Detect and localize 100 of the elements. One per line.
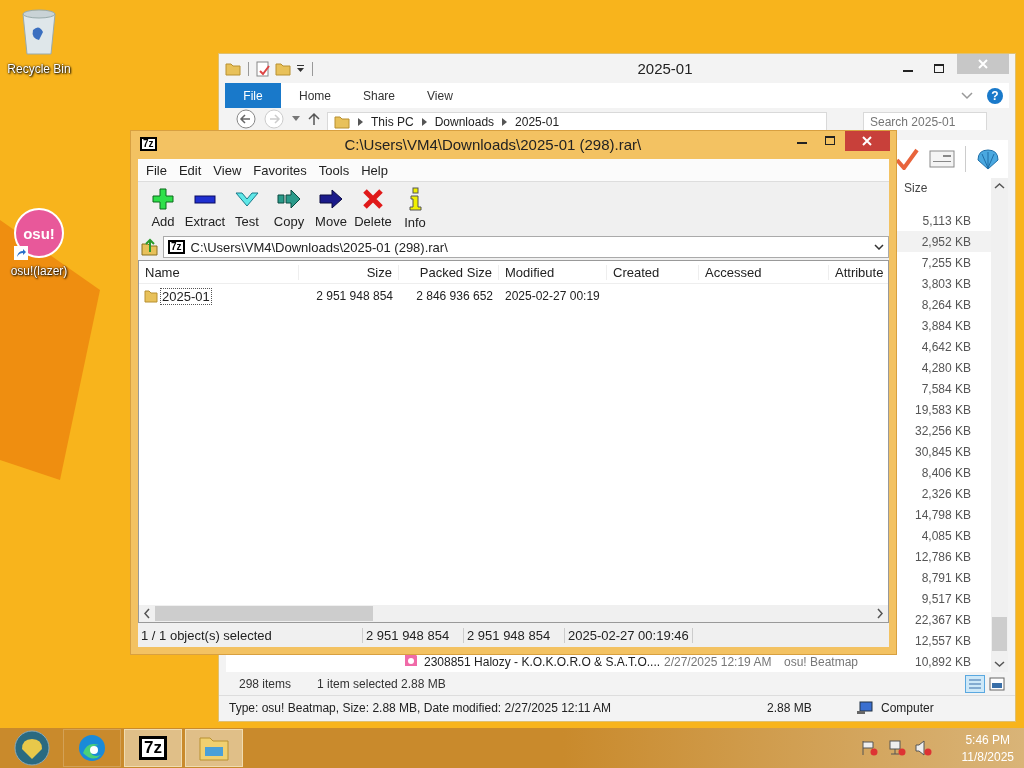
scroll-thumb[interactable] xyxy=(992,617,1007,651)
status-text: 2.88 MB xyxy=(767,700,813,715)
size-cell[interactable]: 8,791 KB xyxy=(897,567,991,588)
app-logo-icon: 7z xyxy=(140,137,157,151)
folder-up-icon[interactable] xyxy=(141,238,159,256)
size-cell[interactable]: 9,517 KB xyxy=(897,588,991,609)
volume-muted-icon[interactable] xyxy=(914,740,933,756)
flag-icon[interactable] xyxy=(860,740,879,756)
size-cell[interactable]: 3,884 KB xyxy=(897,315,991,336)
toolbar-button[interactable]: Move xyxy=(310,185,352,231)
size-cell[interactable]: 12,786 KB xyxy=(897,546,991,567)
table-cell-text: 2 846 936 652 xyxy=(415,289,494,303)
recycle-bin-icon[interactable] xyxy=(19,8,59,56)
start-orb-icon[interactable] xyxy=(14,730,50,766)
column-header[interactable]: Packed Size xyxy=(399,264,499,280)
size-cell[interactable]: 12,557 KB xyxy=(897,630,991,651)
properties-icon[interactable] xyxy=(256,60,270,77)
status-text: Computer xyxy=(881,700,934,715)
column-header[interactable]: Size xyxy=(299,264,399,280)
address-bar[interactable]: This PC Downloads 2025-01 xyxy=(327,112,827,130)
breadcrumb[interactable]: This PC xyxy=(371,114,414,129)
path-field[interactable]: 7z C:\Users\VM4\Downloads\2025-01 (298).rar\ xyxy=(163,236,889,258)
taskbar-button[interactable]: 7z xyxy=(124,729,182,767)
column-header[interactable]: Created xyxy=(607,264,699,280)
taskbar-button[interactable] xyxy=(185,729,243,767)
window-title: C:\Users\VM4\Downloads\2025-01 (298).rar\ xyxy=(343,135,643,153)
scroll-bar[interactable] xyxy=(139,605,888,622)
ribbon-tab[interactable]: View xyxy=(413,88,467,103)
checkmark-icon[interactable] xyxy=(895,148,919,170)
size-cell[interactable]: 5,113 KB xyxy=(897,210,991,231)
size-cell[interactable]: 19,583 KB xyxy=(897,399,991,420)
network-icon[interactable] xyxy=(887,740,906,756)
card-icon[interactable] xyxy=(929,150,955,168)
toolbar-button[interactable]: Copy xyxy=(268,185,310,231)
folder-name[interactable]: 2025-01 xyxy=(160,287,212,305)
menu-item[interactable]: Edit xyxy=(172,162,208,178)
column-header[interactable]: Attribute xyxy=(829,264,888,280)
column-header[interactable]: Modified xyxy=(499,264,607,280)
arrow-right-icon xyxy=(319,187,343,210)
size-cell[interactable]: 8,406 KB xyxy=(897,462,991,483)
shell-icon[interactable] xyxy=(976,148,1000,170)
info-icon xyxy=(408,186,422,211)
help-button[interactable]: ? xyxy=(987,87,1003,104)
size-cell[interactable]: 4,642 KB xyxy=(897,336,991,357)
status-text: 2 951 948 854 xyxy=(363,627,464,643)
size-cell[interactable]: 4,085 KB xyxy=(897,525,991,546)
dropdown-icon[interactable] xyxy=(296,64,305,73)
thumbnail-view-icon[interactable] xyxy=(989,676,1005,691)
toolbar-button[interactable]: Extract xyxy=(184,185,226,231)
status-text: 1 / 1 object(s) selected xyxy=(138,627,363,643)
size-cell[interactable]: 30,845 KB xyxy=(897,441,991,462)
browser-icon xyxy=(77,733,107,763)
size-cell[interactable]: 4,280 KB xyxy=(897,357,991,378)
chevron-icon xyxy=(358,117,363,126)
toolbar-button[interactable]: Info xyxy=(394,184,436,232)
close-button[interactable] xyxy=(845,131,890,151)
menu-item[interactable]: Help xyxy=(355,162,394,178)
scroll-thumb[interactable] xyxy=(155,606,373,621)
back-icon[interactable] xyxy=(235,108,257,130)
size-cell[interactable]: 7,584 KB xyxy=(897,378,991,399)
size-cell[interactable]: 2,326 KB xyxy=(897,483,991,504)
chevron-icon xyxy=(502,117,508,126)
size-cell[interactable]: 2,952 KB xyxy=(897,231,991,252)
breadcrumb[interactable]: Downloads xyxy=(434,114,495,129)
folder-icon[interactable] xyxy=(225,61,241,76)
search-field[interactable]: Search 2025-01 xyxy=(863,112,987,130)
menu-item[interactable]: Favorites xyxy=(247,162,313,178)
size-cell[interactable]: 22,367 KB xyxy=(897,609,991,630)
date-cell-text: 2/27/2025 12:19 AM xyxy=(664,653,773,671)
chevron-down-icon[interactable] xyxy=(961,91,973,100)
size-cell[interactable]: 3,803 KB xyxy=(897,273,991,294)
toolbar-button[interactable]: Add xyxy=(142,185,184,231)
column-header[interactable]: Name xyxy=(139,264,299,280)
column-header[interactable]: Size xyxy=(904,180,964,195)
selection-info: 1 item selected 2.88 MB xyxy=(317,676,446,691)
ribbon-tab[interactable]: Home xyxy=(285,88,345,103)
column-header[interactable]: Accessed xyxy=(699,264,829,280)
menu-item[interactable]: View xyxy=(207,162,248,178)
size-cell[interactable]: 8,264 KB xyxy=(897,294,991,315)
size-cell[interactable]: 14,798 KB xyxy=(897,504,991,525)
up-icon[interactable] xyxy=(307,112,321,126)
chevron-icon xyxy=(421,117,427,126)
file-name: 2308851 Halozy - K.O.K.O.R.O & S.A.T.O.... xyxy=(424,653,662,671)
status-text: Type: osu! Beatmap, Size: 2.88 MB, Date modified: 2/27/2025 12:11 AM xyxy=(229,700,612,715)
file-tab[interactable]: File xyxy=(225,83,281,108)
breadcrumb[interactable]: 2025-01 xyxy=(515,114,560,129)
toolbar-button[interactable]: Delete xyxy=(352,185,394,231)
details-view-icon[interactable] xyxy=(965,674,985,693)
item-count: 298 items xyxy=(239,676,292,691)
menu-item[interactable]: Tools xyxy=(312,162,356,178)
double-arrow-icon xyxy=(277,187,301,210)
ribbon-tab[interactable]: Share xyxy=(349,88,410,103)
size-cell[interactable]: 7,255 KB xyxy=(897,252,991,273)
status-text: 2 951 948 854 xyxy=(464,627,565,643)
size-cell[interactable]: 10,892 KB xyxy=(897,651,991,672)
dropdown-icon xyxy=(874,244,884,250)
toolbar-button[interactable]: Test xyxy=(226,185,268,231)
menu-item[interactable]: File xyxy=(140,162,173,178)
size-cell[interactable]: 32,256 KB xyxy=(897,420,991,441)
new-folder-icon[interactable] xyxy=(275,61,291,76)
